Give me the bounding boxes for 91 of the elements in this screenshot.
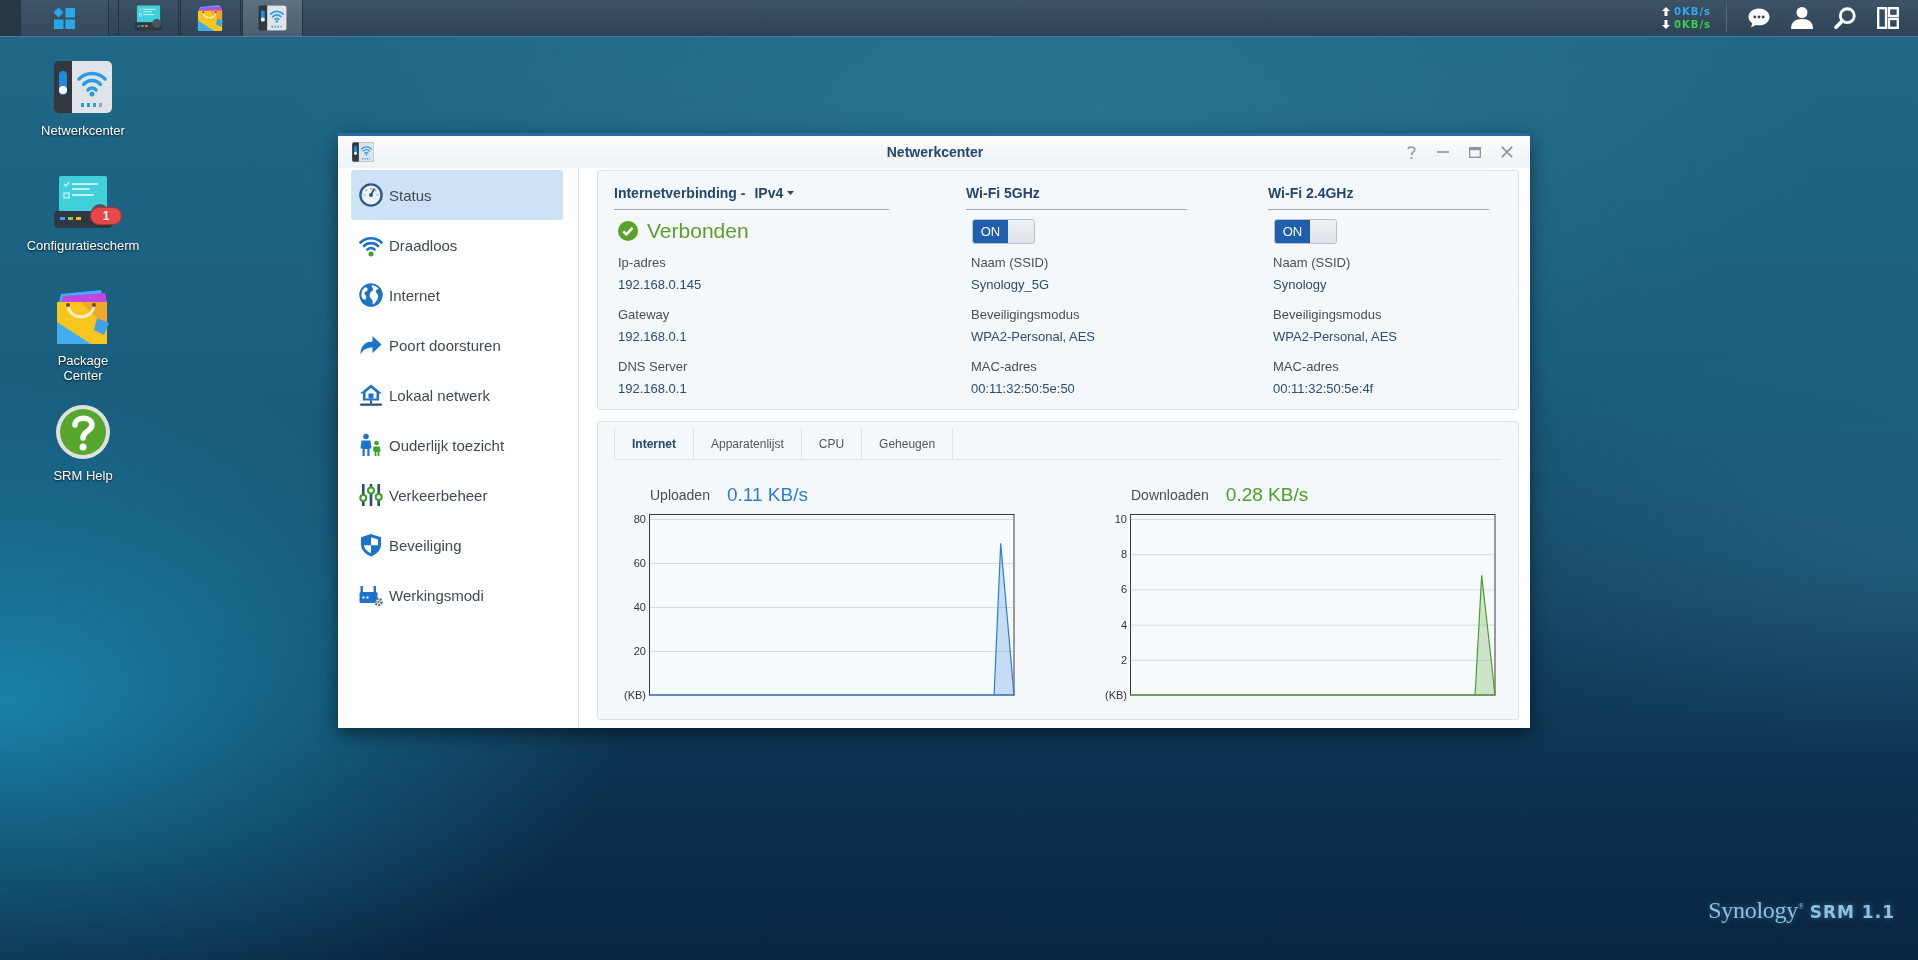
axis-tick-label: 60 xyxy=(633,557,646,569)
field-label: Gateway xyxy=(618,306,671,324)
down-arrow-icon xyxy=(1662,20,1671,29)
sidebar-item[interactable]: Draadloos xyxy=(351,220,563,270)
field-label: Beveiligingsmodus xyxy=(1273,306,1383,324)
field-label: Ip-adres xyxy=(618,254,667,272)
sidebar-item[interactable]: Poort doorsturen xyxy=(351,320,563,370)
main-menu-button[interactable] xyxy=(20,0,109,36)
minimize-icon xyxy=(1437,151,1449,153)
notification-badge: 1 xyxy=(90,207,122,225)
taskbar-app-button[interactable] xyxy=(118,0,179,36)
field-value: Synology xyxy=(1273,276,1328,294)
field-value: 192.168.0.1 xyxy=(618,328,688,346)
field-label: MAC-adres xyxy=(1273,358,1340,376)
wifi-router-icon xyxy=(257,4,288,32)
connection-status: Verbonden xyxy=(647,219,749,243)
axis-tick-label: 2 xyxy=(1120,653,1127,666)
chart-reading: 0.11 KB/s xyxy=(726,484,808,506)
upload-speed: 0KB/s xyxy=(1674,5,1711,18)
tab[interactable]: CPU xyxy=(801,428,863,459)
field-value: 192.168.0.1 xyxy=(618,380,688,398)
axis-tick-label: 80 xyxy=(633,514,646,525)
sliders-icon xyxy=(359,483,383,507)
brand-name: Synology$^{®}$ xyxy=(1708,897,1804,924)
product-version: SRM 1.1 xyxy=(1809,902,1895,922)
sidebar-item[interactable]: Ouderlijk toezicht xyxy=(351,420,563,470)
chart-label: Downloaden xyxy=(1131,487,1209,503)
protocol-dropdown[interactable]: IPv4 xyxy=(754,185,795,201)
shield-icon xyxy=(359,533,383,557)
speedometer-icon xyxy=(359,183,383,207)
window-title: Netwerkcenter xyxy=(886,144,984,160)
section-heading: Wi-Fi 5GHz xyxy=(966,185,1040,201)
control-panel-icon xyxy=(133,4,164,32)
house-icon xyxy=(359,383,383,407)
download-speed: 0KB/s xyxy=(1674,18,1711,31)
wifi-router-icon[interactable] xyxy=(51,58,115,116)
chart-reading: 0.28 KB/s xyxy=(1225,484,1309,506)
shortcut-label[interactable]: Netwerkcenter xyxy=(41,123,125,138)
section-heading: Wi-Fi 2.4GHz xyxy=(1268,185,1354,201)
field-label: Naam (SSID) xyxy=(1273,254,1352,272)
field-value: WPA2-Personal, AES xyxy=(971,328,1097,346)
field-label: Naam (SSID) xyxy=(971,254,1050,272)
sidebar-item[interactable]: Werkingsmodi xyxy=(351,570,563,620)
axis-tick-label: 4 xyxy=(1120,618,1127,631)
help-icon xyxy=(1406,145,1416,159)
wifi-toggle[interactable]: ON xyxy=(1274,218,1337,244)
shortcut-label[interactable]: Package Center xyxy=(43,353,123,383)
taskbar-app-button[interactable] xyxy=(242,0,303,36)
field-value: 00:11:32:50:5e:50 xyxy=(971,380,1076,398)
field-label: MAC-adres xyxy=(971,358,1038,376)
app-grid-icon xyxy=(53,6,76,30)
field-value: 192.168.0.145 xyxy=(618,276,703,294)
axis-tick-label: 10 xyxy=(1114,514,1127,525)
close-icon xyxy=(1501,146,1513,158)
shopping-bag-icon xyxy=(195,4,226,32)
sidebar-item[interactable]: Lokaal netwerk xyxy=(351,370,563,420)
chat-bubble-icon xyxy=(1747,7,1770,29)
field-value: Synology_5G xyxy=(971,276,1051,294)
axis-tick-label: 40 xyxy=(633,601,646,613)
chart-label: Uploaden xyxy=(650,487,710,503)
field-value: WPA2-Personal, AES xyxy=(1273,328,1399,346)
wifi-toggle[interactable]: ON xyxy=(972,218,1035,244)
field-label: Beveiligingsmodus xyxy=(971,306,1081,324)
axis-unit-label: (KB) xyxy=(624,689,646,701)
user-icon xyxy=(1790,7,1813,29)
taskbar-app-button[interactable] xyxy=(180,0,241,36)
field-label: DNS Server xyxy=(618,358,689,376)
maximize-icon xyxy=(1469,146,1481,158)
search-icon xyxy=(1833,7,1856,29)
tab[interactable]: Apparatenlijst xyxy=(694,428,802,459)
caret-icon xyxy=(787,191,795,195)
axis-tick-label: 6 xyxy=(1120,583,1127,596)
tab[interactable]: Internet xyxy=(614,428,694,459)
sidebar-item[interactable]: Status xyxy=(351,170,563,220)
sidebar-item[interactable]: Verkeerbeheer xyxy=(351,470,563,520)
sidebar-item[interactable]: Beveiliging xyxy=(351,520,563,570)
axis-tick-label: 8 xyxy=(1120,548,1127,561)
section-heading: Internetverbinding - xyxy=(614,185,746,201)
family-icon xyxy=(359,433,383,457)
up-arrow-icon xyxy=(1662,7,1671,16)
wifi-router-icon xyxy=(351,141,375,163)
axis-unit-label: (KB) xyxy=(1105,689,1127,701)
layout-icon xyxy=(1876,7,1899,29)
tab[interactable]: Geheugen xyxy=(862,428,954,459)
globe-icon xyxy=(359,283,383,307)
router-gear-icon xyxy=(359,583,383,607)
axis-tick-label: 20 xyxy=(633,645,646,657)
shortcut-label[interactable]: Configuratiescherm xyxy=(26,238,140,253)
shortcut-label[interactable]: SRM Help xyxy=(53,468,113,483)
field-value: 00:11:32:50:5e:4f xyxy=(1273,380,1375,398)
sidebar-item[interactable]: Internet xyxy=(351,270,563,320)
